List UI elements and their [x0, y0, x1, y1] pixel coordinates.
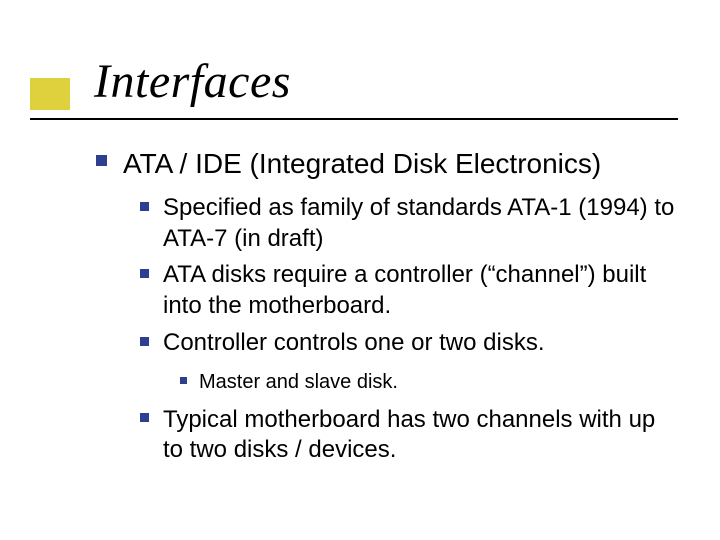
bullet-lvl2: Typical motherboard has two channels wit…	[140, 405, 680, 466]
title-underline	[30, 118, 678, 120]
bullet-lvl2: Controller controls one or two disks.	[140, 328, 680, 359]
slide: Interfaces ATA / IDE (Integrated Disk El…	[0, 0, 720, 540]
bullet-lvl3: Master and slave disk.	[180, 369, 680, 395]
bullet-lvl2: ATA disks require a controller (“channel…	[140, 260, 680, 321]
lvl2-text: Typical motherboard has two channels wit…	[163, 405, 680, 466]
square-bullet-icon	[140, 337, 149, 346]
lvl3-text: Master and slave disk.	[199, 369, 398, 395]
lvl2-text: Controller controls one or two disks.	[163, 328, 545, 359]
content-area: ATA / IDE (Integrated Disk Electronics) …	[96, 146, 680, 466]
square-bullet-icon	[140, 413, 149, 422]
slide-title: Interfaces	[94, 54, 291, 109]
bullet-lvl1: ATA / IDE (Integrated Disk Electronics)	[96, 146, 680, 181]
lvl2-text: ATA disks require a controller (“channel…	[163, 260, 680, 321]
lvl1-text: ATA / IDE (Integrated Disk Electronics)	[123, 146, 601, 181]
bullet-lvl2: Specified as family of standards ATA-1 (…	[140, 193, 680, 254]
square-bullet-icon	[96, 155, 107, 166]
square-bullet-icon	[140, 269, 149, 278]
square-bullet-icon	[180, 377, 187, 384]
lvl2-text: Specified as family of standards ATA-1 (…	[163, 193, 680, 254]
square-bullet-icon	[140, 202, 149, 211]
accent-block	[30, 78, 70, 110]
